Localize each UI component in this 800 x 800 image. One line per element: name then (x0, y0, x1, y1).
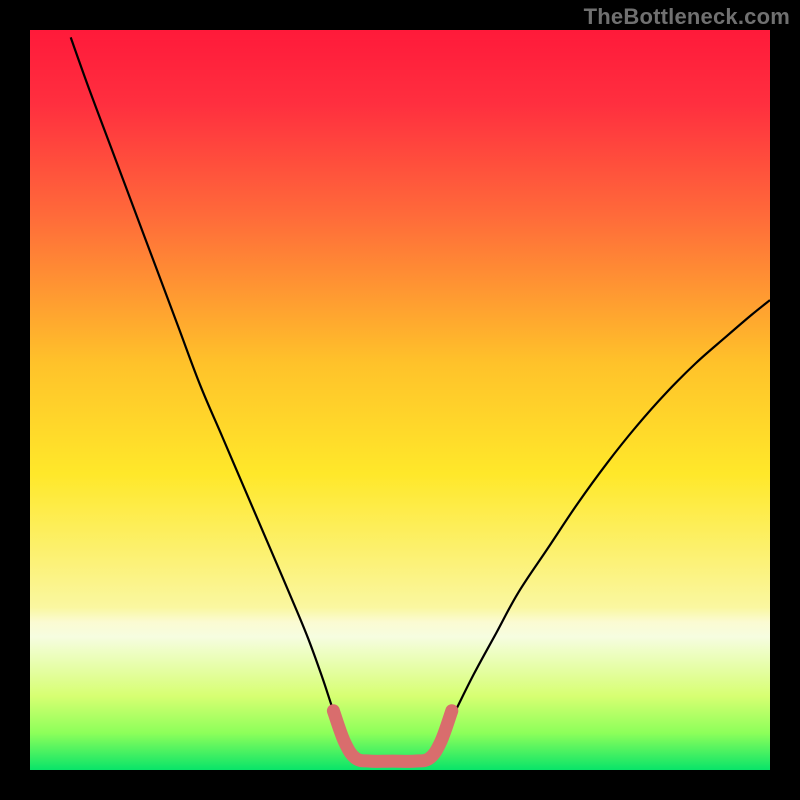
plot-svg (30, 30, 770, 770)
plot-area (30, 30, 770, 770)
chart-frame: TheBottleneck.com (0, 0, 800, 800)
watermark-text: TheBottleneck.com (584, 4, 790, 30)
